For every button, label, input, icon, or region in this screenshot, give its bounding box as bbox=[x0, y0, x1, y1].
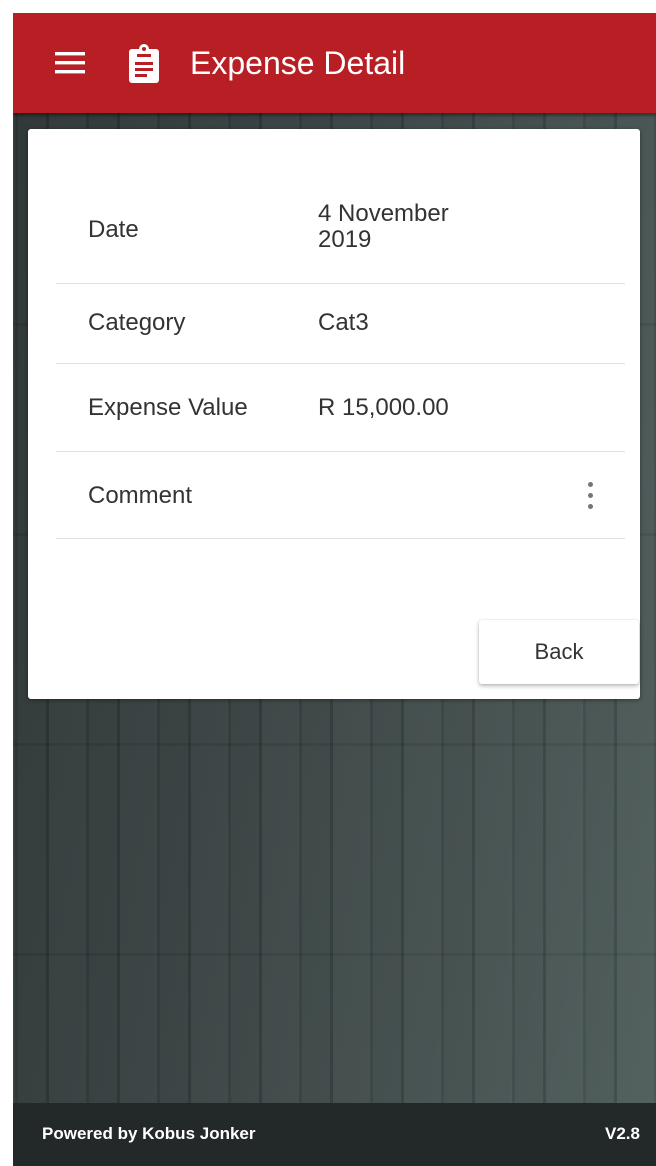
app-header: Expense Detail bbox=[13, 13, 656, 113]
detail-row-category: Category Cat3 bbox=[56, 284, 625, 364]
comment-label: Comment bbox=[88, 482, 193, 509]
category-label: Category bbox=[88, 309, 186, 336]
clipboard-icon bbox=[129, 44, 159, 83]
powered-by-text: Powered by Kobus Jonker bbox=[42, 1124, 256, 1143]
expense-detail-card: Date 4 November 2019 Category Cat3 Expen… bbox=[28, 129, 640, 699]
date-value: 4 November 2019 bbox=[318, 200, 449, 253]
app-footer: Powered by Kobus Jonker V2.8 bbox=[13, 1103, 656, 1166]
expense-value-label: Expense Value bbox=[88, 394, 248, 421]
detail-row-expense-value: Expense Value R 15,000.00 bbox=[56, 364, 625, 452]
hamburger-menu-icon bbox=[55, 52, 85, 74]
category-value: Cat3 bbox=[318, 309, 369, 336]
back-button[interactable]: Back bbox=[479, 620, 639, 684]
app-root: Expense Detail Date 4 November 2019 Cate… bbox=[13, 13, 656, 1166]
more-vertical-icon[interactable] bbox=[583, 482, 597, 516]
menu-button[interactable] bbox=[53, 48, 93, 78]
version-label: V2.8 bbox=[605, 1124, 640, 1143]
expense-value-amount: R 15,000.00 bbox=[318, 394, 449, 421]
date-label: Date bbox=[88, 216, 139, 243]
detail-row-date: Date 4 November 2019 bbox=[56, 179, 625, 284]
page-title: Expense Detail bbox=[190, 45, 406, 81]
detail-row-comment: Comment bbox=[56, 452, 625, 539]
